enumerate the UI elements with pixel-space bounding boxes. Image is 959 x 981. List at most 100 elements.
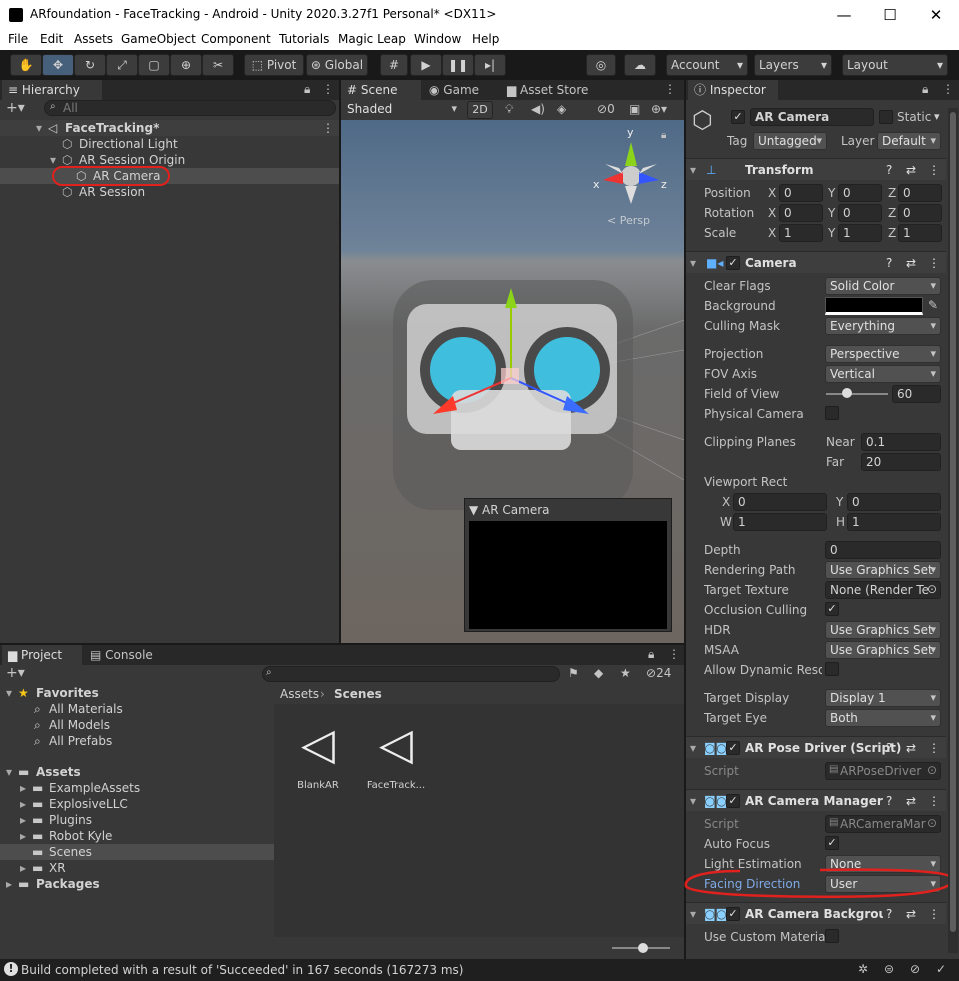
- scale-y-field[interactable]: 1: [838, 224, 882, 242]
- help-icon[interactable]: ?: [886, 737, 892, 759]
- camera-manager-enabled-checkbox[interactable]: ✓: [726, 794, 740, 808]
- lock-icon[interactable]: 🔒︎: [648, 647, 654, 662]
- custom-tool-icon[interactable]: ✂: [202, 54, 234, 76]
- hierarchy-scene-row[interactable]: ▾ ◁ FaceTracking* ⋮: [0, 120, 339, 136]
- fov-slider[interactable]: [826, 393, 888, 395]
- rect-tool-icon[interactable]: ▢: [138, 54, 170, 76]
- scale-x-field[interactable]: 1: [779, 224, 823, 242]
- eyedropper-icon[interactable]: ✎: [928, 298, 938, 312]
- breadcrumb-scenes[interactable]: Scenes: [334, 687, 382, 701]
- help-icon[interactable]: ?: [886, 252, 892, 274]
- camera-header[interactable]: ▾ ■◂ ✓ Camera ? ⇄ ⋮: [686, 251, 946, 273]
- viewport-x-field[interactable]: 0: [733, 493, 827, 511]
- background-color-swatch[interactable]: [825, 297, 923, 315]
- pivot-toggle[interactable]: ⬚ Pivot: [244, 54, 304, 76]
- asset-tile[interactable]: ◁ BlankAR: [288, 720, 348, 792]
- object-picker-icon[interactable]: ⊙: [927, 582, 937, 596]
- scene-viewport[interactable]: y x z 🔒︎ < Persp ▼ AR Camera: [341, 120, 684, 643]
- clear-flags-dropdown[interactable]: Solid Color: [825, 277, 941, 295]
- menu-magic-leap[interactable]: Magic Leap: [338, 32, 406, 46]
- help-icon[interactable]: ?: [886, 903, 892, 925]
- more-icon[interactable]: ⋮: [942, 82, 954, 96]
- target-eye-dropdown[interactable]: Both: [825, 709, 941, 727]
- inspector-scroll-thumb[interactable]: [950, 112, 956, 932]
- object-name-field[interactable]: AR Camera: [750, 108, 874, 126]
- hidden-packages-icon[interactable]: ⊘24: [646, 666, 671, 680]
- orientation-gizmo[interactable]: y x z: [589, 124, 669, 204]
- favorite-star-icon[interactable]: ★: [620, 666, 631, 680]
- hierarchy-item-ar-session-origin[interactable]: ▾ ⬡ AR Session Origin: [0, 152, 339, 168]
- help-icon[interactable]: ?: [886, 790, 892, 812]
- tab-hierarchy[interactable]: ≡ Hierarchy: [2, 80, 102, 100]
- effects-icon[interactable]: ◈: [557, 102, 566, 116]
- close-button[interactable]: ✕: [914, 3, 958, 27]
- more-icon[interactable]: ⋮: [664, 82, 676, 96]
- scene-more-icon[interactable]: ⋮: [322, 120, 334, 136]
- dynamic-resolution-checkbox[interactable]: [825, 662, 839, 676]
- hand-tool-icon[interactable]: ✋: [10, 54, 42, 76]
- hidden-objects-icon[interactable]: ⊘0: [597, 102, 615, 116]
- component-more-icon[interactable]: ⋮: [928, 252, 940, 274]
- breadcrumb-assets[interactable]: Assets: [280, 687, 319, 701]
- lock-icon[interactable]: 🔒︎: [922, 82, 928, 97]
- more-icon[interactable]: ⋮: [668, 647, 680, 661]
- perspective-label[interactable]: < Persp: [607, 214, 650, 227]
- static-dropdown-icon[interactable]: ▾: [934, 110, 940, 123]
- 2d-toggle[interactable]: 2D: [467, 101, 493, 119]
- help-icon[interactable]: ?: [886, 159, 892, 181]
- target-display-dropdown[interactable]: Display 1: [825, 689, 941, 707]
- fov-field[interactable]: 60: [892, 385, 941, 403]
- rotate-tool-icon[interactable]: ↻: [74, 54, 106, 76]
- preset-icon[interactable]: ⇄: [906, 903, 916, 925]
- tab-game[interactable]: ◉ Game: [423, 80, 501, 100]
- ar-camera-background-header[interactable]: ▾ ◙◙ ✓ AR Camera Backgrounc ? ⇄ ⋮: [686, 902, 946, 924]
- far-field[interactable]: 20: [861, 453, 941, 471]
- object-picker-icon[interactable]: ⊙: [927, 763, 937, 777]
- ar-camera-manager-header[interactable]: ▾ ◙◙ ✓ AR Camera Manager (S ? ⇄ ⋮: [686, 789, 946, 811]
- target-texture-field[interactable]: None (Render Te: [825, 581, 941, 599]
- rotation-z-field[interactable]: 0: [898, 204, 942, 222]
- preset-icon[interactable]: ⇄: [906, 159, 916, 181]
- cache-icon[interactable]: ⊘: [910, 962, 920, 976]
- preset-icon[interactable]: ⇄: [906, 790, 916, 812]
- more-icon[interactable]: ⋮: [322, 82, 334, 96]
- static-checkbox[interactable]: [879, 110, 893, 124]
- custom-material-checkbox[interactable]: [825, 929, 839, 943]
- layout-dropdown[interactable]: Layout ▾: [842, 54, 948, 76]
- step-icon[interactable]: ▸|: [474, 54, 506, 76]
- preset-icon[interactable]: ⇄: [906, 737, 916, 759]
- tab-console[interactable]: ▤ Console: [84, 645, 164, 665]
- scale-tool-icon[interactable]: ⤢: [106, 54, 138, 76]
- zoom-slider-handle[interactable]: [638, 943, 648, 953]
- global-toggle[interactable]: ⊛ Global: [306, 54, 368, 76]
- projection-dropdown[interactable]: Perspective: [825, 345, 941, 363]
- msaa-dropdown[interactable]: Use Graphics Set: [825, 641, 941, 659]
- collab-icon[interactable]: ◎: [586, 54, 616, 76]
- menu-help[interactable]: Help: [472, 32, 499, 46]
- inspector-scrollbar[interactable]: [948, 108, 958, 953]
- culling-mask-dropdown[interactable]: Everything: [825, 317, 941, 335]
- component-more-icon[interactable]: ⋮: [928, 737, 940, 759]
- lock-icon[interactable]: 🔒︎: [304, 82, 310, 97]
- transform-tool-icon[interactable]: ⊕: [170, 54, 202, 76]
- asset-folder-item-selected[interactable]: ▬ Scenes: [0, 844, 274, 860]
- camera-enabled-checkbox[interactable]: ✓: [726, 256, 740, 270]
- hierarchy-item-ar-session[interactable]: ⬡ AR Session: [0, 184, 339, 200]
- filter-label-icon[interactable]: ◆: [594, 666, 603, 680]
- background-enabled-checkbox[interactable]: ✓: [726, 907, 740, 921]
- tab-asset-store[interactable]: ▆ Asset Store: [501, 80, 621, 100]
- menu-file[interactable]: File: [8, 32, 28, 46]
- component-more-icon[interactable]: ⋮: [928, 159, 940, 181]
- cloud-icon[interactable]: ☁: [624, 54, 656, 76]
- add-icon[interactable]: +▾: [6, 100, 25, 116]
- rotation-y-field[interactable]: 0: [838, 204, 882, 222]
- component-more-icon[interactable]: ⋮: [928, 790, 940, 812]
- component-more-icon[interactable]: ⋮: [928, 903, 940, 925]
- shading-mode-dropdown[interactable]: Shaded: [343, 101, 461, 119]
- preset-icon[interactable]: ⇄: [906, 252, 916, 274]
- menu-edit[interactable]: Edit: [40, 32, 63, 46]
- hierarchy-search-input[interactable]: All: [44, 100, 336, 116]
- menu-assets[interactable]: Assets: [74, 32, 113, 46]
- gizmo-lock-icon[interactable]: 🔒︎: [661, 130, 666, 141]
- check-icon[interactable]: ✓: [936, 962, 946, 976]
